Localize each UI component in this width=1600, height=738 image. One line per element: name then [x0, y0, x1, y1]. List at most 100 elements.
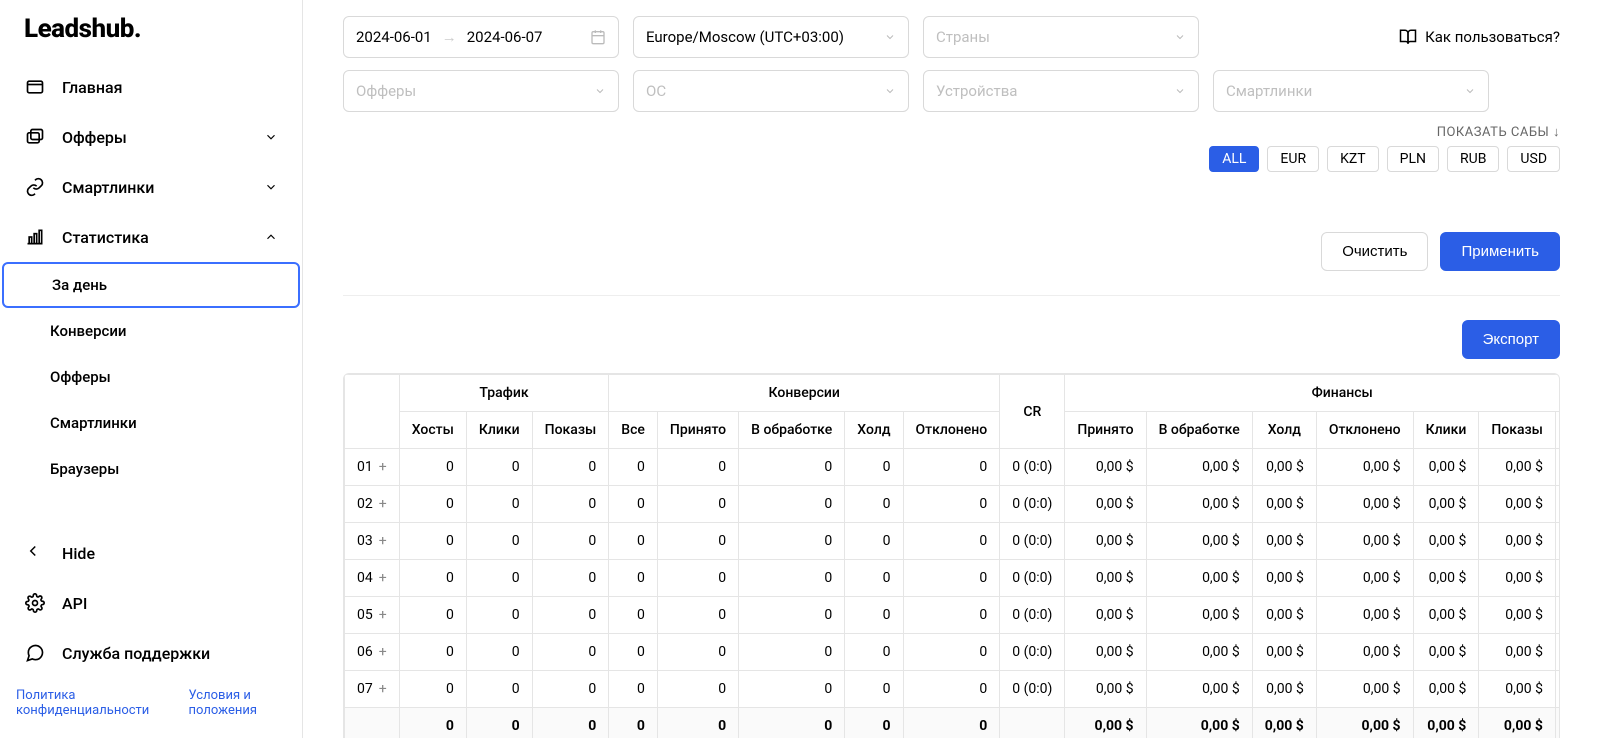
- row-label[interactable]: 01+: [345, 449, 400, 486]
- cell: 0,00 $: [1555, 634, 1560, 671]
- row-label[interactable]: 02+: [345, 486, 400, 523]
- timezone-select[interactable]: Europe/Moscow (UTC+03:00): [633, 16, 909, 58]
- cell: 0,00 $: [1252, 597, 1316, 634]
- offers-select[interactable]: Офферы: [343, 70, 619, 112]
- export-button[interactable]: Экспорт: [1462, 320, 1560, 359]
- currency-tab-kzt[interactable]: KZT: [1327, 146, 1379, 172]
- cell: 0 (0:0): [1000, 560, 1065, 597]
- sidebar: Leadshub. Главная Офферы: [0, 0, 303, 738]
- row-label[interactable]: 04+: [345, 560, 400, 597]
- nav-statistics[interactable]: Статистика: [0, 212, 302, 262]
- col-header: Клики: [1413, 412, 1479, 449]
- cell: 0: [466, 523, 532, 560]
- countries-select[interactable]: Страны: [923, 16, 1199, 58]
- subnav-smartlinks[interactable]: Смартлинки: [0, 400, 302, 446]
- help-link[interactable]: Как пользоваться?: [1399, 28, 1560, 46]
- privacy-link[interactable]: Политика конфиденциальности: [16, 688, 159, 718]
- cell: 0: [739, 671, 845, 708]
- export-row: Экспорт: [343, 320, 1560, 359]
- subnav-daily[interactable]: За день: [2, 262, 300, 308]
- cell: 0,00 $: [1065, 671, 1146, 708]
- home-icon: [24, 76, 46, 98]
- date-range-picker[interactable]: 2024-06-01 → 2024-06-07: [343, 16, 619, 58]
- main-content: 2024-06-01 → 2024-06-07 Europe/Moscow (U…: [303, 0, 1600, 738]
- cell: 0: [609, 449, 658, 486]
- show-subs-label: ПОКАЗАТЬ САБЫ: [1437, 125, 1550, 140]
- expand-row-icon[interactable]: +: [379, 570, 387, 586]
- currency-tab-rub[interactable]: RUB: [1447, 146, 1499, 172]
- show-subs-toggle[interactable]: ПОКАЗАТЬ САБЫ ↓: [343, 124, 1560, 140]
- cell: 0,00 $: [1316, 523, 1413, 560]
- cell: 0,00 $: [1146, 523, 1252, 560]
- subnav-offers[interactable]: Офферы: [0, 354, 302, 400]
- cell: 0,00 $: [1479, 560, 1556, 597]
- col-header: Все: [609, 412, 658, 449]
- main-nav: Главная Офферы Смартлинки: [0, 54, 302, 528]
- cell: 0: [845, 523, 903, 560]
- currency-tab-all[interactable]: ALL: [1209, 146, 1259, 172]
- nav-home[interactable]: Главная: [0, 62, 302, 112]
- row-label[interactable]: 03+: [345, 523, 400, 560]
- cell: 0,00 $: [1316, 449, 1413, 486]
- hide-sidebar-button[interactable]: Hide: [0, 528, 302, 578]
- cell: 0,00 $: [1146, 708, 1252, 738]
- cell: 0,00 $: [1413, 449, 1479, 486]
- row-label[interactable]: 05+: [345, 597, 400, 634]
- cell: 0,00 $: [1555, 523, 1560, 560]
- cell: 0,00 $: [1065, 708, 1146, 738]
- subnav-conversions[interactable]: Конверсии: [0, 308, 302, 354]
- cell: 0 (0:0): [1000, 449, 1065, 486]
- os-select[interactable]: ОС: [633, 70, 909, 112]
- currency-tab-pln[interactable]: PLN: [1387, 146, 1439, 172]
- smartlinks-placeholder: Смартлинки: [1226, 82, 1312, 100]
- terms-link[interactable]: Условия и положения: [189, 688, 286, 718]
- nav-offers[interactable]: Офферы: [0, 112, 302, 162]
- currency-tab-usd[interactable]: USD: [1507, 146, 1560, 172]
- smartlinks-icon: [24, 176, 46, 198]
- currency-tab-eur[interactable]: EUR: [1267, 146, 1319, 172]
- nav-api[interactable]: API: [0, 578, 302, 628]
- offers-icon: [24, 126, 46, 148]
- footer-links: Политика конфиденциальности Условия и по…: [0, 678, 302, 728]
- row-label[interactable]: 07+: [345, 671, 400, 708]
- subnav-browsers[interactable]: Браузеры: [0, 446, 302, 492]
- col-header: Отклонено: [1316, 412, 1413, 449]
- table-row: 05+000000000 (0:0)0,00 $0,00 $0,00 $0,00…: [345, 597, 1561, 634]
- cell: 0,00 $: [1252, 634, 1316, 671]
- os-placeholder: ОС: [646, 82, 666, 100]
- group-conversions: Конверсии: [609, 375, 1000, 412]
- expand-row-icon[interactable]: +: [379, 533, 387, 549]
- expand-row-icon[interactable]: +: [379, 681, 387, 697]
- cell: [345, 708, 400, 738]
- nav-support[interactable]: Служба поддержки: [0, 628, 302, 678]
- nav-label: Служба поддержки: [62, 644, 210, 663]
- cell: 0,00 $: [1252, 523, 1316, 560]
- expand-row-icon[interactable]: +: [379, 496, 387, 512]
- arrow-right-icon: →: [442, 28, 457, 46]
- cell: 0,00 $: [1065, 486, 1146, 523]
- cell: 0: [609, 597, 658, 634]
- expand-row-icon[interactable]: +: [379, 607, 387, 623]
- nav-smartlinks[interactable]: Смартлинки: [0, 162, 302, 212]
- cell: 0: [739, 634, 845, 671]
- cell: 0: [845, 708, 903, 738]
- col-header: Холд: [1252, 412, 1316, 449]
- cell: 0: [903, 671, 1000, 708]
- cell: 0: [532, 597, 609, 634]
- cell: 0: [845, 634, 903, 671]
- cell: 0: [466, 671, 532, 708]
- cell: 0: [903, 560, 1000, 597]
- chevron-up-icon: [264, 230, 278, 244]
- expand-row-icon[interactable]: +: [379, 459, 387, 475]
- devices-select[interactable]: Устройства: [923, 70, 1199, 112]
- row-label[interactable]: 06+: [345, 634, 400, 671]
- nav-label: API: [62, 594, 87, 613]
- chevron-down-icon: [264, 130, 278, 144]
- apply-button[interactable]: Применить: [1440, 232, 1560, 271]
- cell: 0: [609, 523, 658, 560]
- cell: 0: [657, 560, 738, 597]
- cell: 0: [739, 708, 845, 738]
- clear-button[interactable]: Очистить: [1321, 232, 1428, 271]
- expand-row-icon[interactable]: +: [379, 644, 387, 660]
- smartlinks-select[interactable]: Смартлинки: [1213, 70, 1489, 112]
